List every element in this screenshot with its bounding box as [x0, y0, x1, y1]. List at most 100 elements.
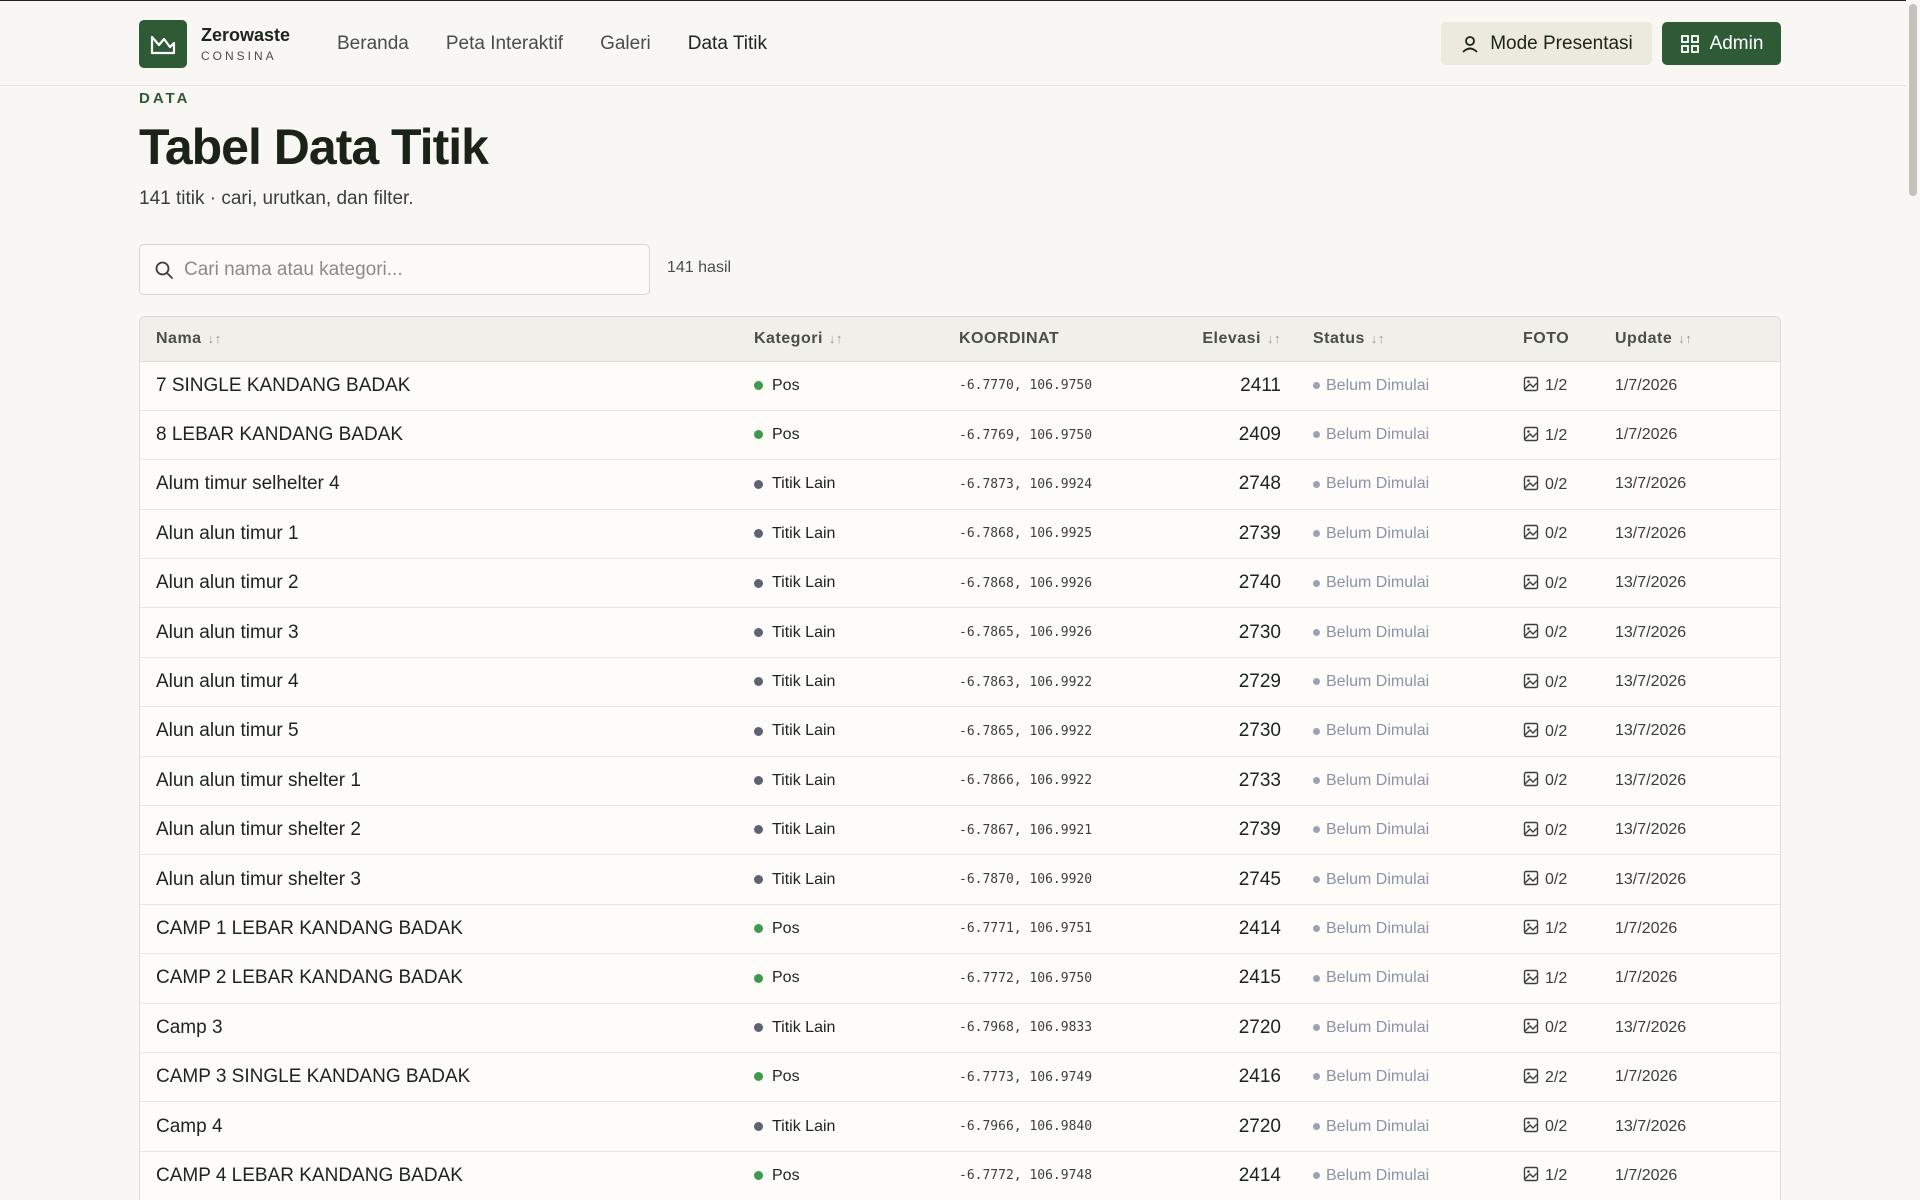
cell-nama: Camp 4 — [156, 1115, 223, 1137]
admin-button[interactable]: Admin — [1662, 22, 1781, 65]
presentation-mode-button[interactable]: Mode Presentasi — [1441, 22, 1652, 65]
table-row[interactable]: Camp 3 Titik Lain -6.7968, 106.9833 2720 Bel… — [140, 1003, 1780, 1053]
page-scrollbar-thumb[interactable] — [1909, 4, 1917, 196]
table-row[interactable]: Alun alun timur 5 Titik Lain -6.7865, 106.… — [140, 706, 1780, 757]
status-dot-icon — [1313, 530, 1320, 538]
cell-elevasi: 2414 — [1238, 1164, 1281, 1186]
status-dot-icon — [1313, 826, 1320, 834]
cell-koordinat: -6.7769, 106.9750 — [959, 427, 1093, 443]
cell-status: Belum Dimulai — [1297, 1003, 1507, 1052]
category-dot-icon — [754, 529, 763, 539]
cell-update: 13/7/2026 — [1615, 771, 1687, 789]
status-dot-icon — [1313, 777, 1320, 785]
sort-icon: ↓↑ — [1267, 330, 1281, 346]
cell-elevasi: 2739 — [1238, 522, 1281, 544]
col-header-elevasi[interactable]: Elevasi ↓↑ — [1166, 317, 1297, 362]
cell-koordinat: -6.7866, 106.9922 — [959, 773, 1093, 789]
col-header-nama[interactable]: Nama ↓↑ — [140, 317, 738, 362]
cell-koordinat: -6.7773, 106.9749 — [959, 1069, 1093, 1085]
image-icon — [1523, 969, 1539, 985]
status-dot-icon — [1313, 925, 1320, 933]
table-row[interactable]: Alun alun timur 4 Titik Lain -6.7863, 106.… — [140, 657, 1780, 707]
sort-icon: ↓↑ — [1678, 330, 1693, 346]
cell-status: Belum Dimulai — [1297, 954, 1507, 1003]
table-row[interactable]: Alun alun timur 1 Titik Lain -6.7868, 106.… — [140, 509, 1780, 559]
cell-elevasi: 2720 — [1238, 1115, 1281, 1137]
search-icon — [155, 261, 173, 279]
cell-foto: 1/2 — [1507, 904, 1599, 953]
cell-elevasi: 2720 — [1238, 1016, 1281, 1038]
category-dot-icon — [754, 627, 763, 637]
col-header-kategori[interactable]: Kategori ↓↑ — [738, 317, 943, 362]
sort-icon: ↓↑ — [1370, 330, 1385, 346]
cell-foto: 0/2 — [1507, 509, 1599, 558]
cell-update: 13/7/2026 — [1615, 574, 1687, 592]
category-dot-icon — [754, 825, 763, 835]
cell-nama: Alun alun timur 2 — [156, 572, 299, 594]
cell-kategori: Pos — [738, 904, 943, 953]
image-icon — [1523, 1068, 1539, 1083]
cell-koordinat: -6.7865, 106.9922 — [959, 723, 1093, 739]
cell-kategori: Pos — [738, 1151, 943, 1200]
col-header-update[interactable]: Update ↓↑ — [1599, 317, 1780, 362]
cell-update: 1/7/2026 — [1615, 1068, 1678, 1086]
status-dot-icon — [1313, 480, 1320, 488]
table-row[interactable]: Alun alun timur 3 Titik Lain -6.7865, 106.… — [140, 607, 1780, 658]
status-dot-icon — [1313, 381, 1320, 389]
cell-elevasi: 2740 — [1238, 572, 1281, 594]
table-row[interactable]: Alun alun timur shelter 3 Titik Lain -6.78… — [140, 854, 1780, 905]
category-dot-icon — [754, 973, 763, 983]
table-row[interactable]: CAMP 1 LEBAR KANDANG BADAK Pos -6.7771, 10… — [140, 904, 1780, 954]
cell-elevasi: 2748 — [1238, 473, 1281, 495]
nav-galeri[interactable]: Galeri — [600, 32, 651, 56]
brand[interactable]: Zerowaste CONSINA — [139, 20, 290, 68]
col-header-status[interactable]: Status ↓↑ — [1297, 317, 1507, 362]
cell-update: 1/7/2026 — [1615, 426, 1678, 444]
table-row[interactable]: Alun alun timur 2 Titik Lain -6.7868, 106.… — [140, 558, 1780, 608]
col-header-foto: FOTO — [1507, 317, 1599, 362]
cell-foto: 1/2 — [1507, 1151, 1599, 1200]
cell-foto: 0/2 — [1507, 1102, 1599, 1151]
category-dot-icon — [754, 578, 763, 588]
table-row[interactable]: 8 LEBAR KANDANG BADAK Pos -6.7769, 106.975… — [140, 410, 1780, 460]
table-row[interactable]: CAMP 4 LEBAR KANDANG BADAK Pos -6.7772, 10… — [140, 1151, 1780, 1200]
search-box — [139, 244, 650, 295]
cell-foto: 1/2 — [1507, 954, 1599, 1003]
presentation-mode-label: Mode Presentasi — [1490, 32, 1633, 54]
cell-update: 13/7/2026 — [1615, 673, 1687, 691]
nav-data-titik[interactable]: Data Titik — [688, 32, 767, 56]
main-nav: Beranda Peta Interaktif Galeri Data Titi… — [337, 32, 804, 56]
cell-elevasi: 2409 — [1238, 424, 1281, 446]
cell-update: 1/7/2026 — [1615, 1166, 1678, 1184]
cell-elevasi: 2733 — [1238, 769, 1281, 791]
page-title: Tabel Data Titik — [139, 119, 489, 175]
cell-status: Belum Dimulai — [1297, 1102, 1507, 1151]
table-row[interactable]: CAMP 3 SINGLE KANDANG BADAK Pos -6.7773, 1… — [140, 1052, 1780, 1102]
nav-peta-interaktif[interactable]: Peta Interaktif — [446, 32, 563, 56]
category-dot-icon — [754, 380, 763, 390]
table-row[interactable]: Alum timur selhelter 4 Titik Lain -6.7873,… — [140, 459, 1780, 510]
cell-foto: 1/2 — [1507, 410, 1599, 459]
cell-nama: Alun alun timur shelter 3 — [156, 868, 361, 890]
category-dot-icon — [754, 1121, 763, 1131]
table-row[interactable]: CAMP 2 LEBAR KANDANG BADAK Pos -6.7772, 10… — [140, 953, 1780, 1004]
cell-kategori: Pos — [738, 361, 943, 410]
table-row[interactable]: Alun alun timur shelter 1 Titik Lain -6.78… — [140, 756, 1780, 806]
nav-beranda[interactable]: Beranda — [337, 32, 409, 56]
category-dot-icon — [754, 430, 763, 440]
table-row[interactable]: 7 SINGLE KANDANG BADAK Pos -6.7770, 106.97… — [140, 361, 1780, 411]
image-icon — [1523, 673, 1539, 688]
cell-foto: 0/2 — [1507, 756, 1599, 805]
table-row[interactable]: Alun alun timur shelter 2 Titik Lain -6.78… — [140, 805, 1780, 855]
cell-nama: CAMP 2 LEBAR KANDANG BADAK — [156, 967, 463, 989]
cell-koordinat: -6.7966, 106.9840 — [959, 1119, 1093, 1135]
search-input[interactable] — [184, 258, 624, 281]
cell-foto: 0/2 — [1507, 855, 1599, 904]
cell-elevasi: 2745 — [1238, 868, 1281, 890]
cell-elevasi: 2415 — [1238, 967, 1281, 989]
cell-status: Belum Dimulai — [1297, 855, 1507, 904]
table-row[interactable]: Camp 4 Titik Lain -6.7966, 106.9840 2720 Bel… — [140, 1101, 1780, 1152]
cell-koordinat: -6.7868, 106.9926 — [959, 575, 1093, 591]
category-dot-icon — [754, 677, 763, 687]
col-header-koordinat: KOORDINAT — [943, 317, 1166, 362]
